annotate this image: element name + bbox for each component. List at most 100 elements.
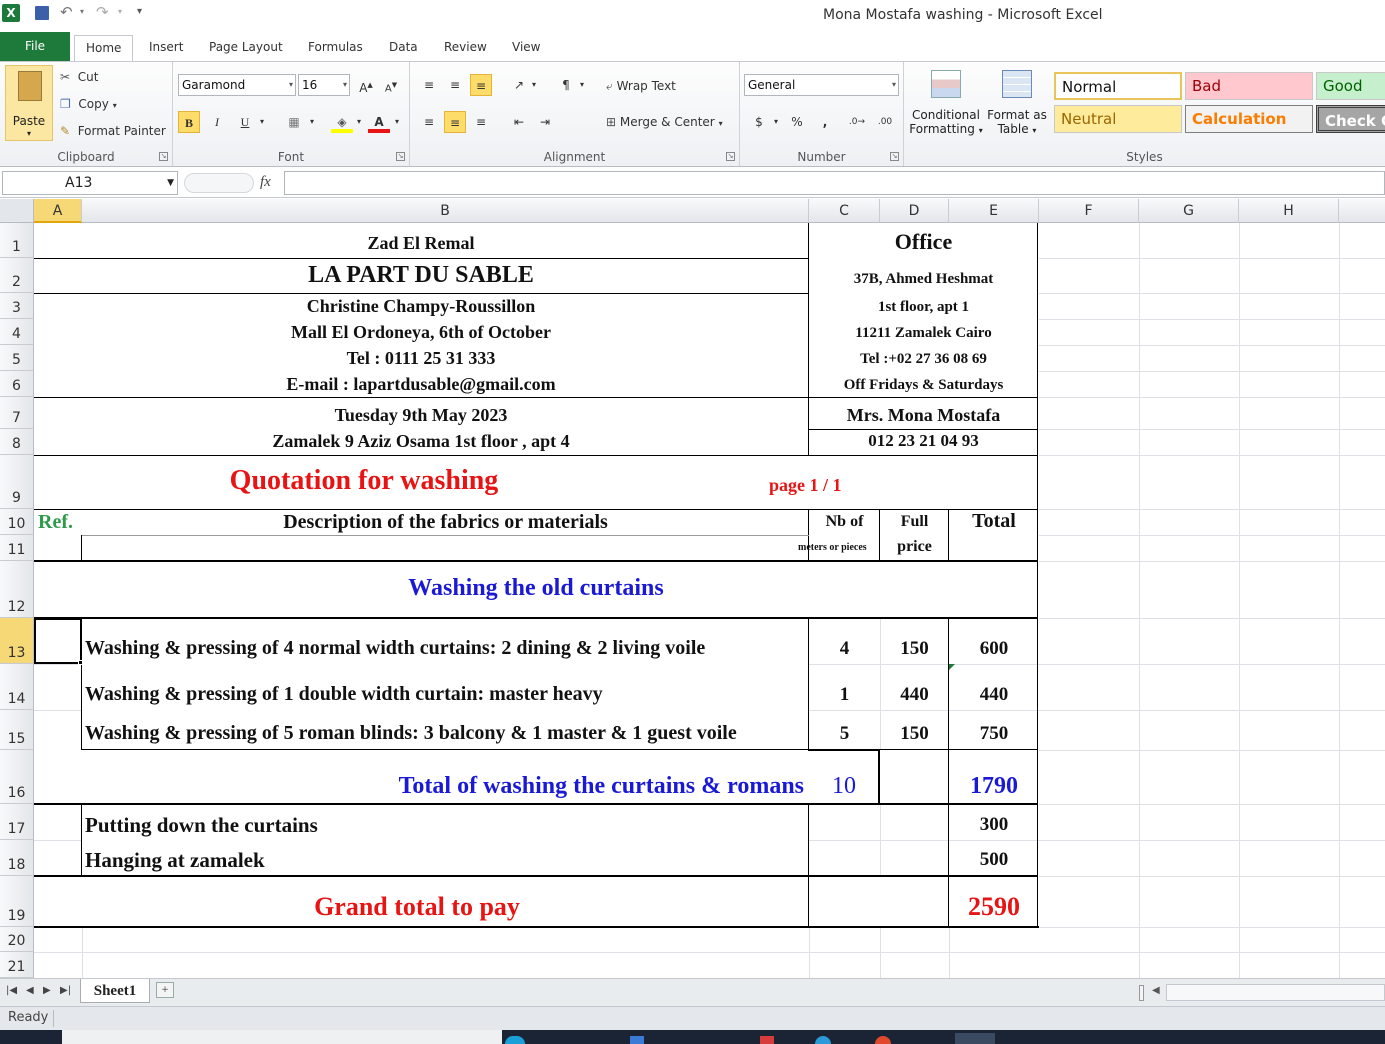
underline-dropdown-icon[interactable]: ▾ [256, 111, 268, 133]
comma-button[interactable]: , [814, 111, 836, 133]
customize-toolbar-icon[interactable]: ▾ [137, 6, 142, 17]
align-middle-icon[interactable]: ≡ [444, 74, 466, 96]
formula-input[interactable] [284, 171, 1385, 195]
decrease-indent-icon[interactable]: ⇤ [508, 111, 530, 133]
tab-page-layout[interactable]: Page Layout [198, 35, 294, 61]
text-direction-dropdown-icon[interactable]: ▾ [576, 74, 588, 96]
merge-center-button[interactable]: ⊞ Merge & Center ▾ [606, 115, 723, 129]
percent-button[interactable]: % [786, 111, 808, 133]
fx-icon[interactable]: fx [260, 174, 271, 191]
increase-decimal-icon[interactable]: .0→ [846, 111, 868, 133]
scroll-left-icon[interactable]: ◀ [1152, 985, 1160, 996]
row-header-17[interactable]: 17 [0, 804, 34, 840]
style-normal[interactable]: Normal [1054, 72, 1182, 100]
tab-home[interactable]: Home [74, 35, 134, 61]
decrease-decimal-icon[interactable]: .00 [874, 111, 896, 133]
row-header-20[interactable]: 20 [0, 927, 34, 952]
align-right-icon[interactable]: ≡ [470, 111, 492, 133]
column-header-a[interactable]: A [34, 199, 82, 223]
next-sheet-icon[interactable]: ▶ [43, 985, 51, 996]
row-header-9[interactable]: 9 [0, 455, 34, 509]
worksheet-grid[interactable]: A B C D E F G H 1 2 3 4 5 6 7 8 9 10 11 … [0, 199, 1385, 978]
style-neutral[interactable]: Neutral [1054, 105, 1182, 133]
font-name-combo[interactable]: Garamond ▾ [178, 74, 296, 96]
column-header-b[interactable]: B [82, 199, 809, 223]
increase-font-icon[interactable]: A▲ [355, 74, 377, 96]
taskbar-excel-icon[interactable] [955, 1033, 995, 1044]
row-header-21[interactable]: 21 [0, 952, 34, 978]
font-size-combo[interactable]: 16 ▾ [298, 74, 350, 96]
row-header-7[interactable]: 7 [0, 397, 34, 429]
taskbar-icon[interactable] [815, 1036, 831, 1044]
fill-handle[interactable] [78, 660, 83, 665]
align-bottom-icon[interactable]: ≡ [470, 74, 492, 96]
font-color-dropdown-icon[interactable]: ▾ [391, 111, 403, 133]
row-header-4[interactable]: 4 [0, 319, 34, 345]
currency-button[interactable]: $ [748, 111, 770, 133]
style-check-cell[interactable]: Check Cell [1316, 105, 1385, 133]
fill-color-dropdown-icon[interactable]: ▾ [353, 111, 365, 133]
redo-dropdown-icon[interactable]: ▾ [118, 7, 122, 16]
save-icon[interactable] [35, 6, 49, 20]
font-color-icon[interactable]: A [368, 111, 390, 133]
last-sheet-icon[interactable]: ▶| [60, 985, 71, 996]
tab-review[interactable]: Review [433, 35, 498, 61]
row-header-13[interactable]: 13 [0, 618, 34, 664]
column-header-e[interactable]: E [949, 199, 1039, 223]
underline-button[interactable]: U [234, 111, 256, 133]
taskbar-icon[interactable] [760, 1036, 774, 1044]
row-header-3[interactable]: 3 [0, 293, 34, 319]
tab-view[interactable]: View [501, 35, 551, 61]
bold-button[interactable]: B [178, 111, 200, 133]
clipboard-launcher-icon[interactable]: ↘ [159, 152, 168, 161]
row-header-12[interactable]: 12 [0, 561, 34, 618]
name-box[interactable]: A13 ▼ [2, 171, 178, 195]
taskbar-icon[interactable] [875, 1036, 891, 1044]
align-left-icon[interactable]: ≡ [418, 111, 440, 133]
insert-sheet-icon[interactable]: + [156, 982, 174, 998]
sheet-tab-sheet1[interactable]: Sheet1 [80, 979, 150, 1003]
orientation-dropdown-icon[interactable]: ▾ [528, 74, 540, 96]
tab-file[interactable]: File [0, 32, 70, 61]
row-header-18[interactable]: 18 [0, 840, 34, 876]
borders-dropdown-icon[interactable]: ▾ [306, 111, 318, 133]
row-header-8[interactable]: 8 [0, 429, 34, 455]
alignment-launcher-icon[interactable]: ↘ [726, 152, 735, 161]
column-header-h[interactable]: H [1239, 199, 1339, 223]
borders-icon[interactable]: ▦ [283, 111, 305, 133]
cut-button[interactable]: ✂ Cut [60, 70, 98, 84]
font-launcher-icon[interactable]: ↘ [396, 152, 405, 161]
number-format-combo[interactable]: General ▾ [744, 74, 899, 96]
excel-app-icon[interactable]: X [2, 4, 20, 22]
row-header-1[interactable]: 1 [0, 223, 34, 258]
wrap-text-button[interactable]: ⤶ Wrap Text [606, 79, 676, 94]
column-header-c[interactable]: C [809, 199, 880, 223]
tab-split-handle[interactable] [1139, 985, 1144, 1001]
tab-data[interactable]: Data [378, 35, 429, 61]
redo-icon[interactable]: ↷ [96, 3, 109, 21]
row-header-19[interactable]: 19 [0, 876, 34, 927]
format-painter-button[interactable]: ✎ Format Painter [60, 124, 166, 138]
taskbar-icon[interactable] [630, 1036, 644, 1044]
undo-dropdown-icon[interactable]: ▾ [80, 7, 84, 16]
currency-dropdown-icon[interactable]: ▾ [770, 111, 782, 133]
column-header-d[interactable]: D [880, 199, 949, 223]
column-header-next[interactable] [1339, 199, 1385, 223]
selected-cell-a13[interactable] [34, 618, 82, 664]
tab-formulas[interactable]: Formulas [297, 35, 374, 61]
conditional-formatting-button[interactable]: Conditional Formatting ▾ [908, 68, 984, 148]
chevron-down-icon[interactable]: ▼ [167, 172, 174, 194]
italic-button[interactable]: I [206, 111, 228, 133]
row-header-14[interactable]: 14 [0, 664, 34, 710]
orientation-icon[interactable]: ↗ [508, 74, 530, 96]
row-header-10[interactable]: 10 [0, 509, 34, 535]
row-header-16[interactable]: 16 [0, 750, 34, 804]
text-direction-icon[interactable]: ¶ [555, 74, 577, 96]
column-header-g[interactable]: G [1139, 199, 1239, 223]
column-header-f[interactable]: F [1039, 199, 1139, 223]
decrease-font-icon[interactable]: A▼ [380, 74, 402, 96]
row-header-11[interactable]: 11 [0, 535, 34, 561]
align-center-icon[interactable]: ≡ [444, 111, 466, 133]
row-header-15[interactable]: 15 [0, 710, 34, 750]
horizontal-scrollbar[interactable] [1166, 984, 1385, 1001]
